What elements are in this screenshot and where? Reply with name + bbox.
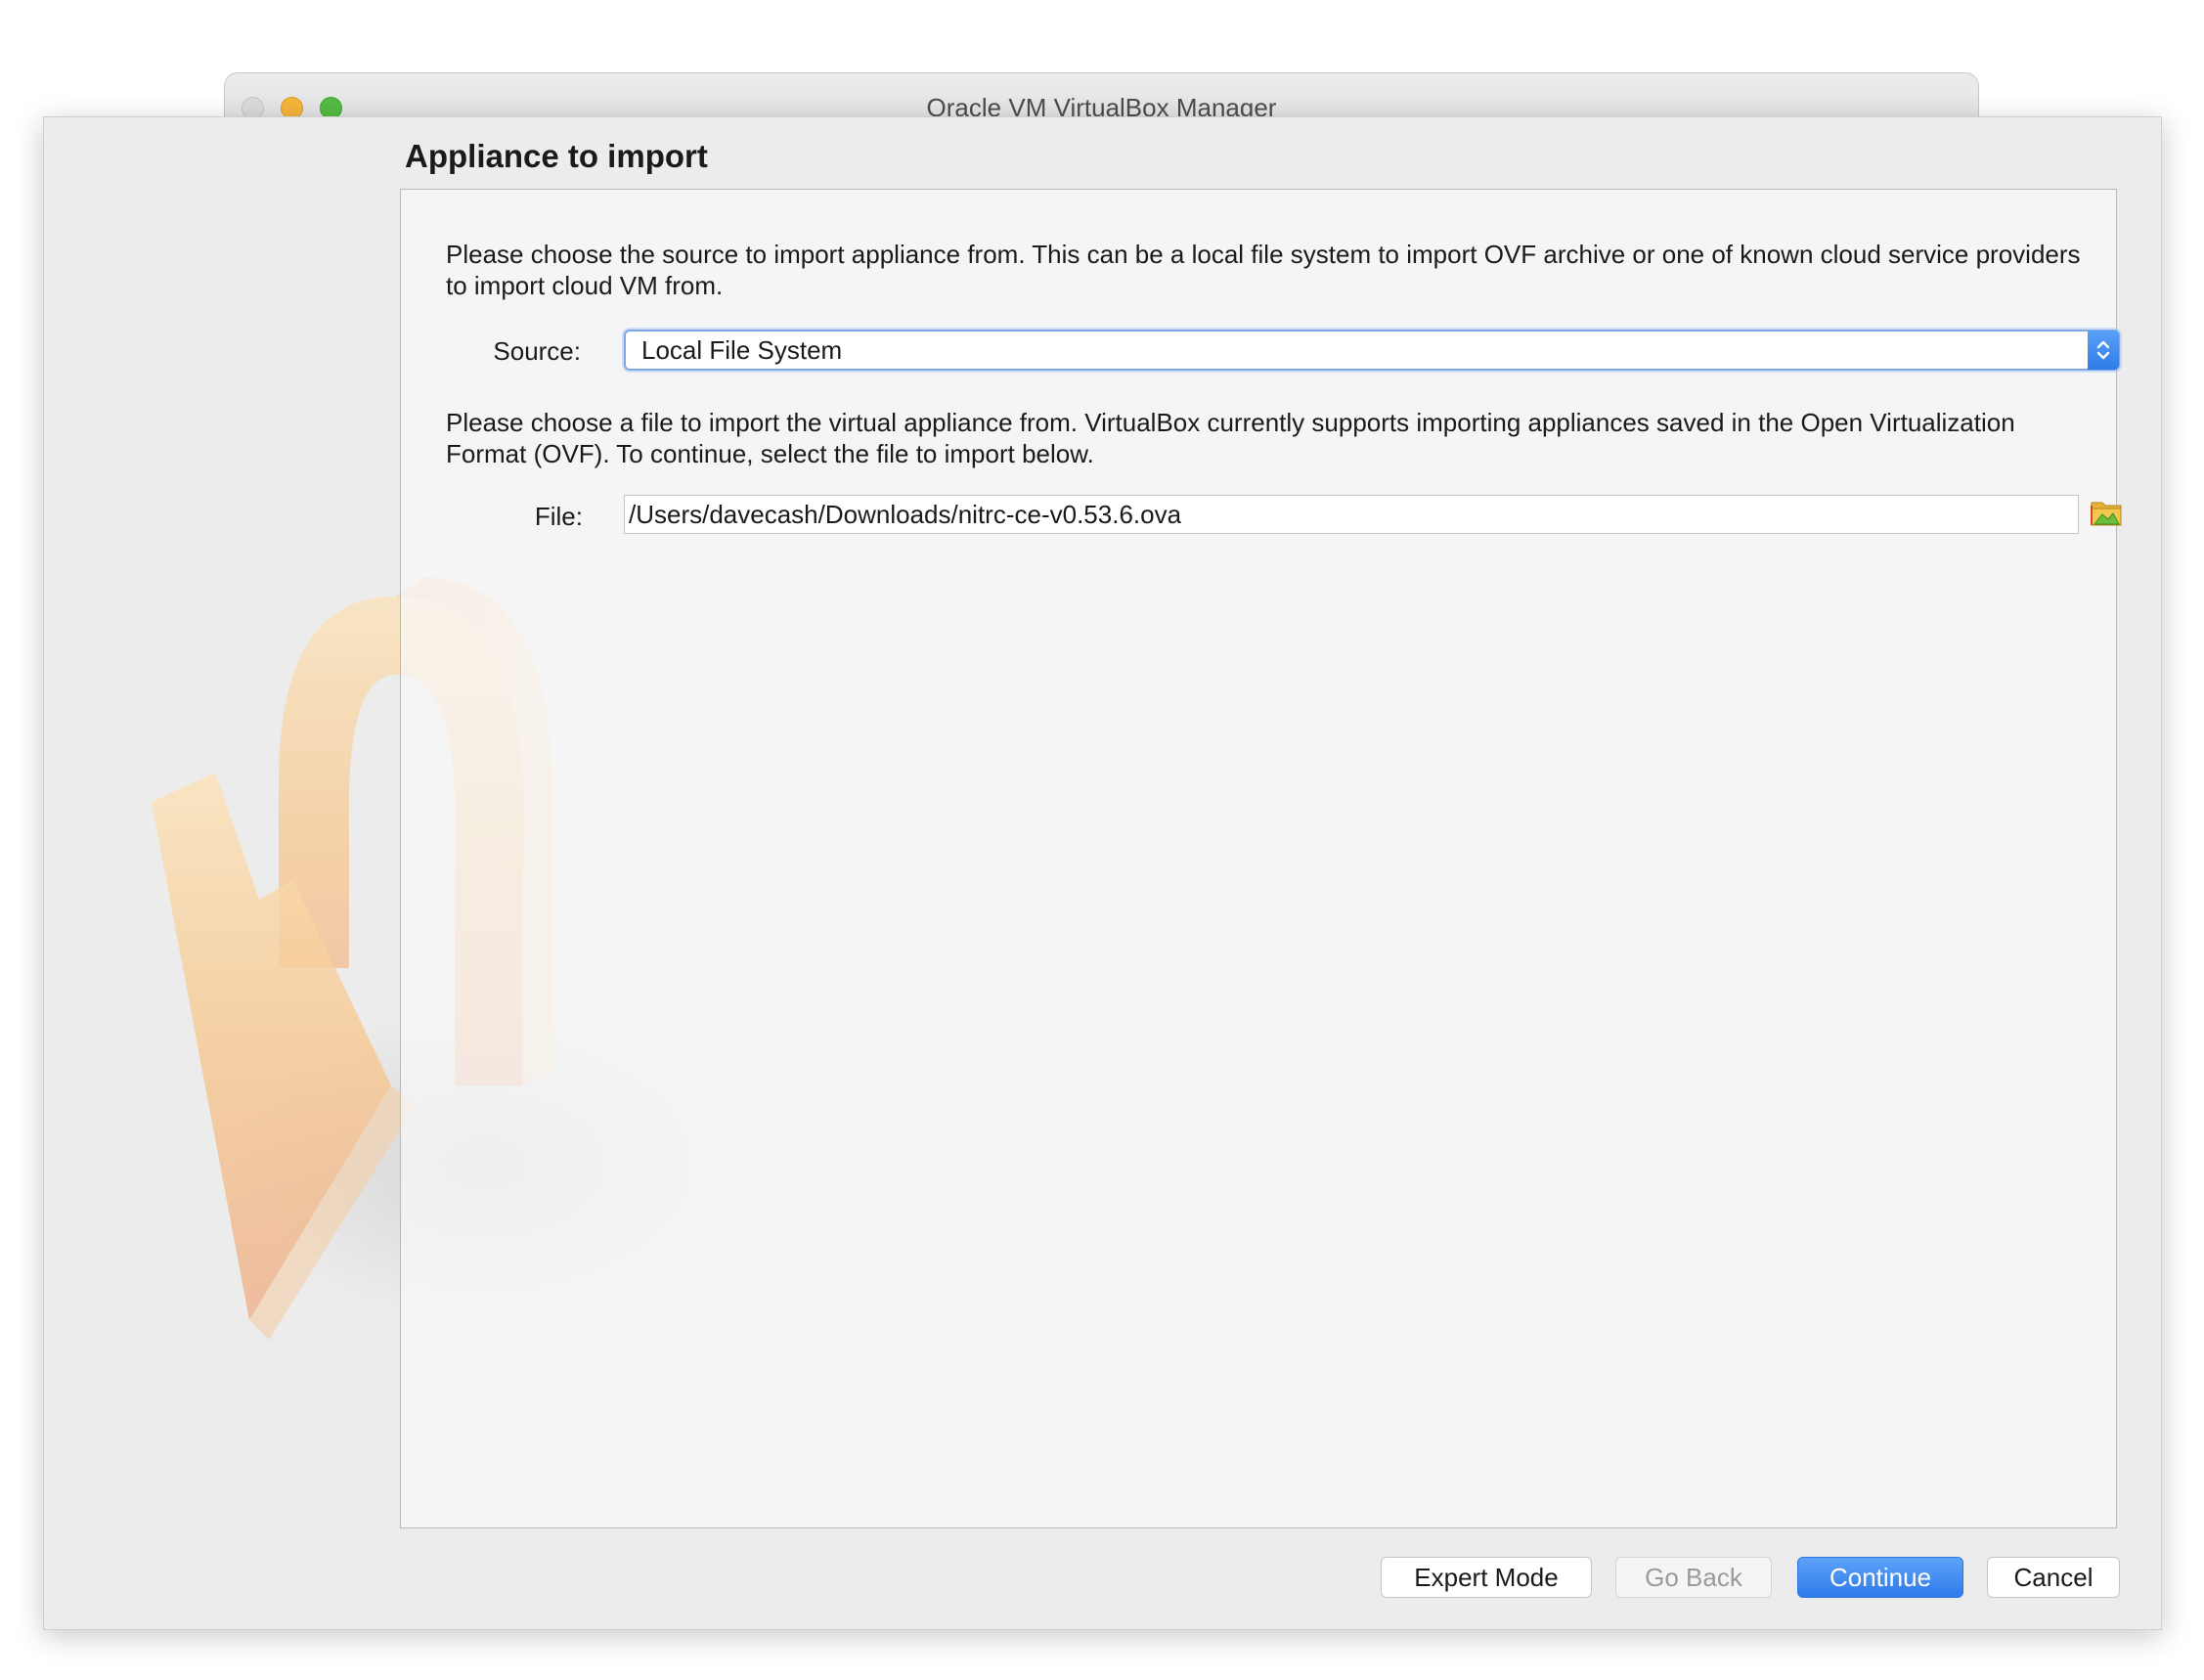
expert-mode-button[interactable]: Expert Mode [1381,1557,1592,1598]
file-label: File: [534,502,583,531]
source-select[interactable]: Local File System [624,330,2120,371]
go-back-button[interactable]: Go Back [1615,1557,1772,1598]
continue-button[interactable]: Continue [1797,1557,1963,1598]
page-title: Appliance to import [405,138,708,174]
source-description: Please choose the source to import appli… [446,240,2081,300]
folder-icon[interactable] [2089,495,2128,534]
up-down-chevron-icon[interactable] [2088,331,2119,370]
import-source-panel: Please choose the source to import appli… [400,189,2122,1528]
file-description: Please choose a file to import the virtu… [446,408,2015,468]
import-appliance-sheet: Appliance to import Please choose the so… [43,116,2162,1630]
source-label: Source: [493,336,581,366]
cancel-button[interactable]: Cancel [1987,1557,2120,1598]
file-path-input[interactable] [624,495,2079,534]
source-select-value: Local File System [641,335,843,365]
